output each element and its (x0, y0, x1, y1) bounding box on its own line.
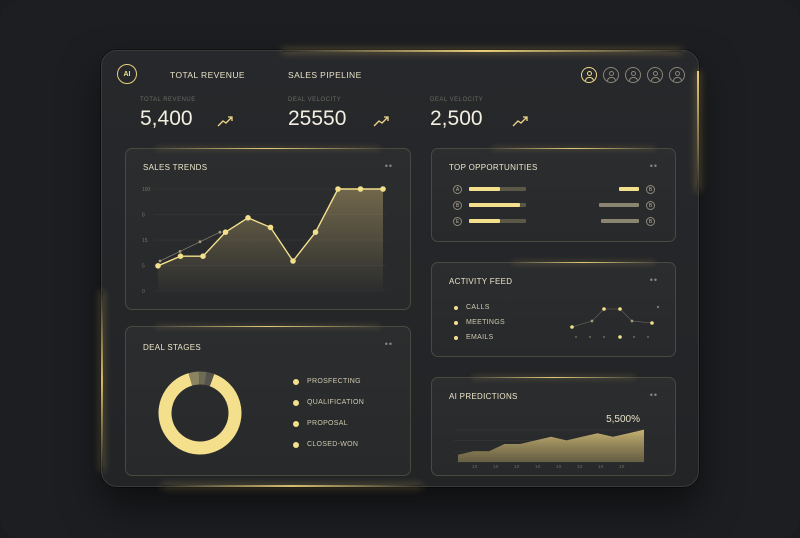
ai-predictions-area-chart: 1X 1X 1X 1X 1X 1X 1X 1X (454, 429, 644, 469)
legend-label: PROSFECTING (307, 378, 361, 385)
user-avatar-icon[interactable] (647, 67, 663, 83)
sales-data-point (177, 253, 184, 259)
y-tick-label: 8 (142, 213, 145, 219)
user-avatar-icon[interactable] (603, 67, 619, 83)
trend-up-icon (512, 116, 528, 127)
legend-label: QUALIFICATION (307, 399, 365, 406)
legend-label: CLOSED-WON (307, 441, 359, 448)
card-glow (492, 148, 655, 149)
app-frame: AI TOTAL REVENUE SALES PIPELINE TOTAL RE… (0, 0, 800, 538)
activity-feed-card: ACTIVITY FEED •• CALLS MEETINGS EMAILS (431, 262, 676, 357)
kpi-value: 2,500 (430, 107, 483, 130)
y-tick-label: 15 (142, 238, 148, 244)
opportunity-bar-fill (469, 203, 521, 207)
sales-data-point (357, 186, 364, 192)
x-tick-label: 1X (472, 464, 478, 469)
donut-slice (188, 371, 200, 386)
nav-total-revenue[interactable]: TOTAL REVENUE (170, 70, 245, 80)
legend-item: CLOSED-WON (293, 441, 358, 448)
opportunity-rank-badge: A (453, 185, 462, 194)
secondary-data-point (158, 259, 162, 263)
user-avatar-icon[interactable] (581, 67, 597, 83)
opportunity-rank-badge: E (453, 217, 462, 226)
kpi-label: TOTAL REVENUE (140, 97, 196, 103)
secondary-data-point (218, 230, 222, 234)
sales-data-point (312, 229, 319, 235)
glow-accent-bottom (162, 485, 422, 487)
legend-dot (293, 420, 299, 427)
card-title: TOP OPPORTUNITIES (449, 163, 538, 172)
deal-stages-donut-chart (158, 371, 242, 455)
opportunity-rank-badge: B (453, 201, 462, 210)
x-tick-label: 1X (619, 464, 625, 469)
user-avatar-icon[interactable] (669, 67, 685, 83)
opportunity-status-badge: B (646, 185, 655, 194)
kpi-value: 25550 (288, 107, 347, 130)
activity-scatter-chart (570, 305, 660, 339)
legend-item: QUALIFICATION (293, 399, 364, 406)
opportunity-value-bar (601, 219, 639, 223)
legend-dot (293, 399, 299, 406)
kpi-label: DEAL VELOCITY (288, 97, 342, 103)
donut-slice (158, 373, 242, 455)
sales-data-point (245, 215, 251, 221)
opportunity-value-bar (599, 203, 639, 207)
opportunity-value-bar (619, 187, 639, 191)
top-opportunities-card: TOP OPPORTUNITIES •• ABBBEB (431, 148, 676, 242)
sales-trends-chart: 100 8 15 5 0 (142, 186, 386, 295)
x-tick-label: 1X (535, 464, 541, 469)
legend-item: PROSFECTING (293, 378, 361, 385)
deal-stages-card: DEAL STAGES •• PROSFECTING QUALIFICATION… (125, 326, 411, 476)
x-tick-label: 1X (493, 464, 499, 469)
x-tick-label: 1X (514, 464, 520, 469)
kpi-label: DEAL VELOCITY (430, 97, 484, 103)
sales-data-point (222, 229, 229, 235)
opportunity-status-badge: B (646, 201, 655, 210)
opportunity-bar-fill (469, 219, 501, 223)
legend-item: PROPOSAL (293, 420, 348, 427)
legend-dot (293, 378, 299, 385)
sales-data-point (155, 263, 161, 269)
secondary-data-point (178, 250, 182, 253)
y-tick-label: 0 (142, 289, 145, 295)
nav-sales-pipeline[interactable]: SALES PIPELINE (288, 70, 362, 80)
sales-data-point (267, 224, 274, 231)
opportunity-status-badge: B (646, 217, 655, 226)
trend-up-icon (373, 116, 389, 127)
legend-label: PROPOSAL (307, 420, 348, 427)
opportunity-bar-fill (469, 187, 501, 191)
secondary-data-point (198, 240, 202, 244)
x-tick-label: 1X (556, 464, 562, 469)
sales-data-point (200, 253, 206, 259)
kpi-value: 5,400 (140, 107, 193, 130)
donut-slice (204, 372, 215, 387)
glow-accent-right (697, 71, 699, 191)
sales-trends-card: SALES TRENDS •• 100 8 15 5 0 (125, 148, 411, 310)
prediction-area (458, 429, 644, 462)
ai-predictions-card: AI PREDICTIONS •• 5,500% 1X 1X 1X 1X 1X 1X 1X 1… (431, 377, 676, 476)
user-avatar-icon[interactable] (625, 67, 641, 83)
x-tick-label: 1X (598, 464, 604, 469)
ai-logo-icon[interactable]: AI (117, 64, 137, 84)
trend-up-icon (217, 116, 233, 127)
x-tick-label: 1X (577, 464, 583, 469)
glow-accent-left (101, 291, 103, 471)
sales-data-point (335, 186, 341, 192)
sales-data-point (290, 258, 296, 264)
more-options-icon[interactable]: •• (650, 161, 658, 171)
glow-accent-top (282, 50, 682, 52)
y-tick-label: 100 (142, 187, 151, 193)
sales-data-point (380, 186, 386, 192)
y-tick-label: 5 (142, 264, 145, 270)
legend-dot (293, 441, 299, 448)
